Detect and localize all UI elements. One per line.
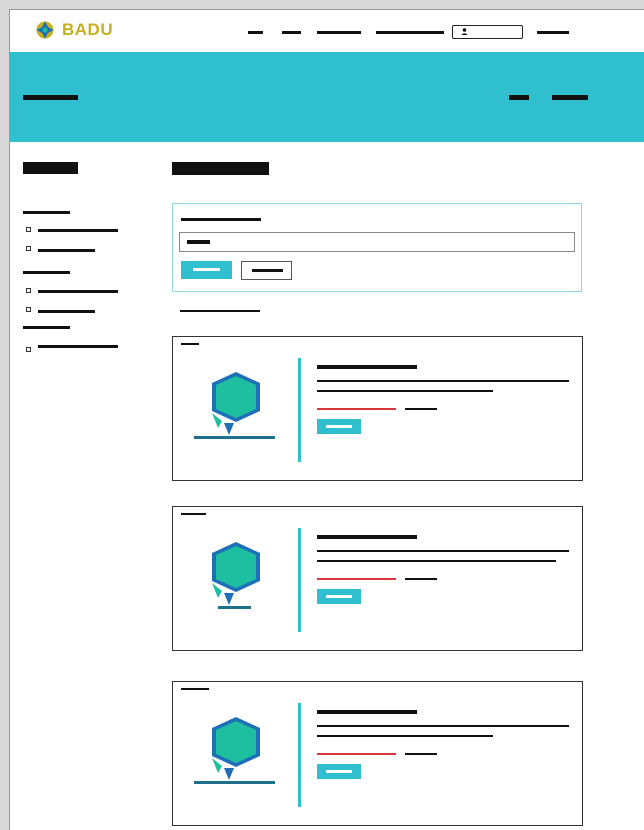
search-input-value <box>187 240 210 244</box>
banner-link-1[interactable] <box>509 95 529 100</box>
checkbox-icon[interactable] <box>26 307 31 312</box>
hexagon-badge-icon <box>194 717 275 784</box>
card-date <box>405 753 437 755</box>
card-action-button[interactable] <box>317 589 361 604</box>
filter-option-label <box>38 345 118 348</box>
top-navigation: BADU <box>10 10 644 52</box>
card-description <box>317 725 569 727</box>
nav-link-5[interactable] <box>537 31 569 34</box>
filter-option-label <box>38 290 118 293</box>
nav-link-4[interactable] <box>376 31 444 34</box>
card-title[interactable] <box>317 535 417 539</box>
globe-logo-icon <box>36 21 54 39</box>
hexagon-badge-icon <box>212 542 260 609</box>
sidebar-title <box>23 162 78 174</box>
reset-button-label <box>252 269 283 272</box>
search-panel <box>172 203 582 292</box>
card-divider <box>298 528 301 632</box>
checkbox-icon[interactable] <box>26 347 31 352</box>
result-card <box>172 506 583 651</box>
card-title[interactable] <box>317 365 417 369</box>
user-icon <box>461 28 468 35</box>
result-card <box>172 681 583 826</box>
search-input[interactable] <box>179 232 575 252</box>
card-divider <box>298 703 301 807</box>
card-price <box>317 408 396 410</box>
checkbox-icon[interactable] <box>26 288 31 293</box>
card-description <box>317 560 556 562</box>
card-date <box>405 408 437 410</box>
hexagon-badge-icon <box>194 372 275 439</box>
nav-link-3[interactable] <box>317 31 361 34</box>
logo-text: BADU <box>62 20 114 39</box>
card-action-button[interactable] <box>317 419 361 434</box>
reset-button[interactable] <box>241 261 292 280</box>
filter-option-label <box>38 249 95 252</box>
filter-group-heading <box>23 326 70 329</box>
card-action-button[interactable] <box>317 764 361 779</box>
filter-group-heading <box>23 211 70 214</box>
card-tag <box>181 513 206 515</box>
search-button[interactable] <box>181 261 232 279</box>
header-search-input[interactable] <box>473 27 517 36</box>
checkbox-icon[interactable] <box>26 246 31 251</box>
checkbox-icon[interactable] <box>26 227 31 232</box>
browser-frame: BADU <box>9 9 644 830</box>
card-description <box>317 380 569 382</box>
header-search[interactable] <box>452 25 523 39</box>
banner-link-2[interactable] <box>552 95 588 100</box>
filter-option-label <box>38 229 118 232</box>
filter-group-heading <box>23 271 70 274</box>
card-price <box>317 578 396 580</box>
card-description <box>317 390 493 392</box>
results-count <box>180 310 260 312</box>
page-title <box>172 162 269 175</box>
card-divider <box>298 358 301 462</box>
card-title[interactable] <box>317 710 417 714</box>
card-tag <box>181 688 209 690</box>
banner-title <box>23 95 78 100</box>
nav-link-1[interactable] <box>248 31 263 34</box>
card-date <box>405 578 437 580</box>
page-banner <box>10 52 644 142</box>
card-description <box>317 735 493 737</box>
card-description <box>317 550 569 552</box>
result-card <box>172 336 583 481</box>
logo[interactable]: BADU <box>35 20 113 40</box>
card-action-label <box>326 595 352 598</box>
search-label <box>181 218 261 221</box>
nav-link-2[interactable] <box>282 31 301 34</box>
card-tag <box>181 343 199 345</box>
card-price <box>317 753 396 755</box>
card-action-label <box>326 770 352 773</box>
card-action-label <box>326 425 352 428</box>
filter-option-label <box>38 310 95 313</box>
search-button-label <box>193 268 220 271</box>
